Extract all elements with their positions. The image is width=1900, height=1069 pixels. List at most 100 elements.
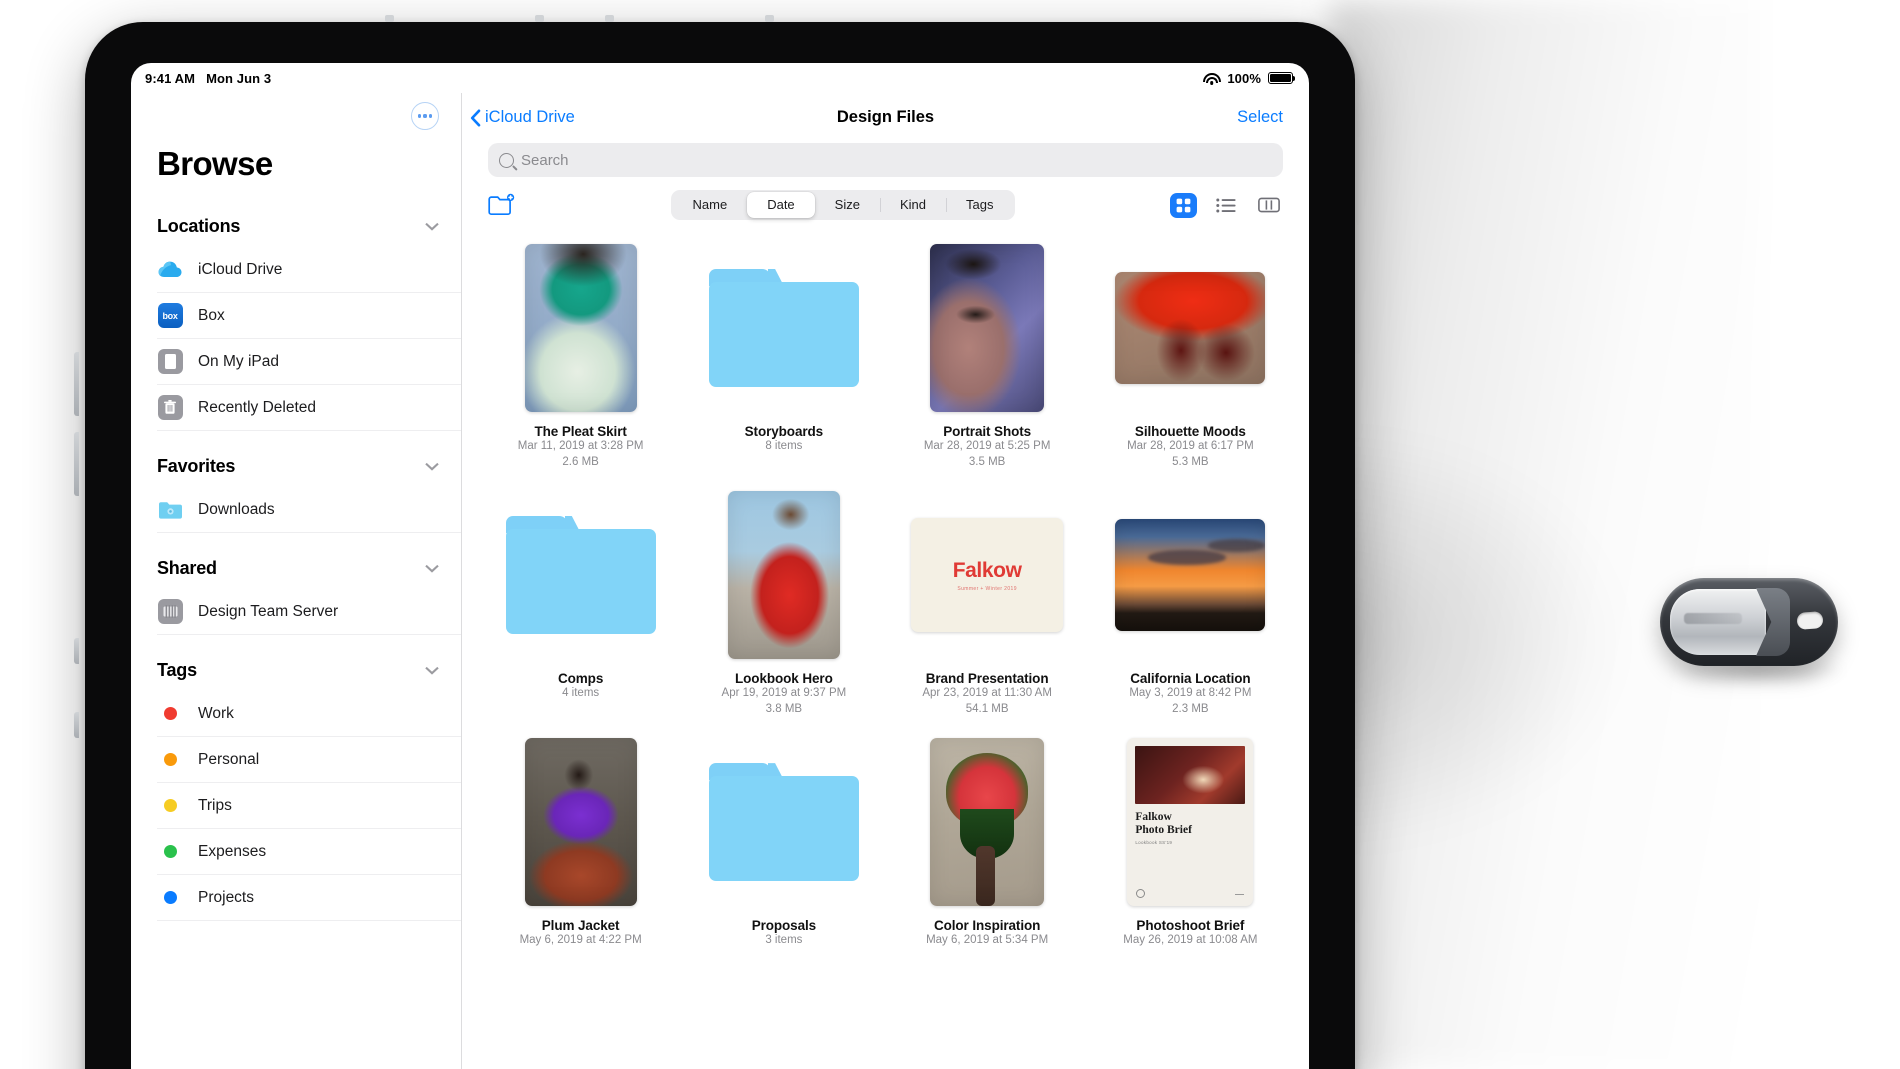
thumbnail-box — [488, 239, 673, 417]
usb-drive-metal-cap — [1670, 589, 1766, 655]
sidebar-item-label: Box — [198, 306, 225, 324]
navigation-bar: iCloud Drive Design Files Select — [462, 93, 1309, 141]
sidebar-item-icloud-drive[interactable]: iCloud Drive — [157, 247, 461, 293]
file-name: Proposals — [751, 918, 817, 934]
antenna-line — [385, 15, 394, 22]
file-size: 3.5 MB — [968, 455, 1006, 468]
file-item[interactable]: Falkow Summer + Winter 2019 Brand Presen… — [895, 486, 1080, 717]
antenna-line — [535, 15, 544, 22]
thumbnail-box — [895, 733, 1080, 911]
files-app: Browse Locations iCloud Drive box Box On… — [131, 93, 1309, 1069]
new-folder-icon[interactable] — [488, 193, 516, 217]
folder-icon — [708, 269, 859, 387]
ellipsis-circle-icon[interactable] — [411, 102, 439, 130]
sidebar-item-box[interactable]: box Box — [157, 293, 461, 339]
doc-title: Falkow — [1135, 811, 1172, 824]
sort-option-size[interactable]: Size — [815, 192, 880, 218]
search-input[interactable]: Search — [488, 143, 1283, 177]
file-item[interactable]: Comps 4 items — [488, 486, 673, 717]
file-name: California Location — [1130, 671, 1251, 687]
server-icon — [157, 599, 183, 625]
tag-dot-icon — [157, 885, 183, 911]
file-grid-scroll[interactable]: The Pleat Skirt Mar 11, 2019 at 3:28 PM … — [462, 233, 1309, 1069]
sidebar-item-tag-work[interactable]: Work — [157, 691, 461, 737]
sidebar-section-locations[interactable]: Locations — [131, 205, 461, 247]
column-view-icon[interactable] — [1256, 193, 1283, 218]
thumbnail-box: Falkow Summer + Winter 2019 — [895, 486, 1080, 664]
battery-full-icon — [1268, 72, 1296, 84]
volume-up-button[interactable] — [74, 352, 79, 416]
file-item[interactable]: Falkow Photo Brief Lookbook SS'19 Photos… — [1098, 733, 1283, 949]
file-item[interactable]: Plum Jacket May 6, 2019 at 4:22 PM — [488, 733, 673, 949]
sidebar-section-tags[interactable]: Tags — [131, 649, 461, 691]
sort-option-date[interactable]: Date — [747, 192, 815, 218]
grid-view-icon[interactable] — [1169, 192, 1197, 218]
breadcrumb-title: Design Files — [836, 107, 935, 126]
sidebar-item-tag-trips[interactable]: Trips — [157, 783, 461, 829]
file-item[interactable]: Silhouette Moods Mar 28, 2019 at 6:17 PM… — [1098, 239, 1283, 470]
sidebar-item-tag-projects[interactable]: Projects — [157, 875, 461, 921]
file-item[interactable]: Storyboards 8 items — [691, 239, 876, 470]
status-date: Mon Jun 3 — [206, 70, 272, 86]
chevron-down-icon[interactable] — [425, 560, 439, 577]
screenshot-root: 9:41 AM Mon Jun 3 100% Browse Locations … — [0, 0, 1900, 1069]
back-to-icloud-drive-button[interactable]: iCloud Drive — [470, 108, 575, 127]
sort-option-tags[interactable]: Tags — [946, 192, 1013, 218]
file-item[interactable]: Color Inspiration May 6, 2019 at 5:34 PM — [895, 733, 1080, 949]
file-date: May 3, 2019 at 8:42 PM — [1129, 687, 1252, 700]
file-item[interactable]: Proposals 3 items — [691, 733, 876, 949]
file-size: 54.1 MB — [965, 702, 1009, 715]
file-name: Brand Presentation — [925, 671, 1049, 687]
list-view-icon[interactable] — [1213, 193, 1240, 218]
thumbnail-box — [691, 733, 876, 911]
sidebar-item-tag-personal[interactable]: Personal — [157, 737, 461, 783]
sidebar-item-label: Personal — [198, 750, 260, 768]
pleat-skirt-photo — [524, 244, 637, 412]
doc-subtitle: Summer + Winter 2019 — [957, 585, 1017, 592]
file-date: May 6, 2019 at 4:22 PM — [519, 934, 642, 947]
wifi-icon — [1202, 72, 1221, 85]
file-date: Mar 11, 2019 at 3:28 PM — [517, 440, 644, 452]
chevron-down-icon[interactable] — [425, 662, 439, 679]
watermelon-photo — [930, 738, 1045, 907]
ipad-icon — [157, 349, 183, 375]
sidebar-item-downloads[interactable]: Downloads — [157, 487, 461, 533]
sidebar-scroll[interactable]: Locations iCloud Drive box Box On My iPa… — [131, 205, 461, 1069]
folder-item-count: 8 items — [765, 440, 803, 452]
portrait-face-photo — [930, 244, 1045, 412]
file-name: Silhouette Moods — [1134, 424, 1246, 439]
sidebar-item-tag-expenses[interactable]: Expenses — [157, 829, 461, 875]
box-app-icon: box — [157, 303, 183, 329]
file-name: Photoshoot Brief — [1136, 918, 1245, 934]
sidebar-item-on-my-ipad[interactable]: On My iPad — [157, 339, 461, 385]
file-name: The Pleat Skirt — [534, 424, 627, 439]
file-item[interactable]: California Location May 3, 2019 at 8:42 … — [1098, 486, 1283, 717]
doc-title-line2: Photo Brief — [1135, 823, 1192, 836]
file-date: Apr 19, 2019 at 9:37 PM — [721, 687, 847, 700]
falkow-photo-brief-doc: Falkow Photo Brief Lookbook SS'19 — [1127, 738, 1254, 907]
sort-segmented-control[interactable]: Name Date Size Kind Tags — [670, 190, 1016, 220]
thumbnail-box — [488, 486, 673, 664]
file-item[interactable]: The Pleat Skirt Mar 11, 2019 at 3:28 PM … — [488, 239, 673, 470]
sidebar-item-recently-deleted[interactable]: Recently Deleted — [157, 385, 461, 431]
sort-option-name[interactable]: Name — [673, 192, 748, 218]
section-label: Tags — [157, 659, 197, 680]
sidebar-toolbar — [131, 93, 461, 139]
file-item[interactable]: Portrait Shots Mar 28, 2019 at 5:25 PM 3… — [895, 239, 1080, 470]
sunset-sky-photo — [1115, 519, 1266, 632]
file-size: 2.3 MB — [1172, 702, 1209, 715]
folder-item-count: 3 items — [765, 934, 803, 947]
side-port — [74, 638, 79, 664]
chevron-down-icon[interactable] — [425, 458, 439, 475]
sidebar-section-favorites[interactable]: Favorites — [131, 445, 461, 487]
section-label: Favorites — [157, 455, 236, 476]
volume-down-button[interactable] — [74, 432, 79, 496]
thumbnail-box — [1098, 239, 1283, 417]
view-mode-group — [1169, 192, 1283, 218]
file-item[interactable]: Lookbook Hero Apr 19, 2019 at 9:37 PM 3.… — [691, 486, 876, 717]
sidebar-section-shared[interactable]: Shared — [131, 547, 461, 589]
sidebar-item-design-team-server[interactable]: Design Team Server — [157, 589, 461, 635]
select-button[interactable]: Select — [1237, 108, 1283, 127]
sort-option-kind[interactable]: Kind — [879, 192, 946, 218]
chevron-down-icon[interactable] — [425, 218, 439, 235]
